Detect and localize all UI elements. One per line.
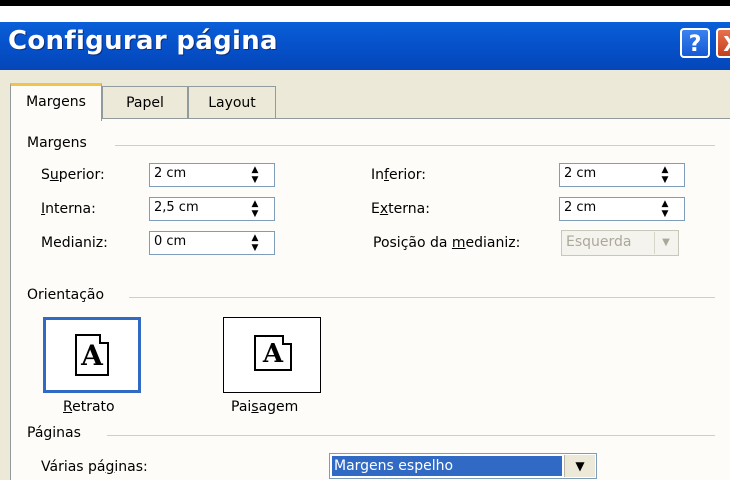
margins-group-divider [115,145,715,146]
spin-down-icon[interactable]: ▼ [647,209,683,219]
spin-up-icon[interactable]: ▲ [647,165,683,175]
close-button[interactable]: X [716,28,730,58]
tab-layout[interactable]: Layout [188,86,276,120]
spin-up-icon[interactable]: ▲ [237,165,273,175]
spin-up-icon[interactable]: ▲ [647,199,683,209]
portrait-label[interactable]: Retrato [63,399,115,415]
spin-down-icon[interactable]: ▼ [237,243,273,253]
portrait-option[interactable]: A [43,317,141,393]
spin-down-icon[interactable]: ▼ [237,209,273,219]
externa-spinner[interactable]: 2 cm ▲ ▼ [559,197,685,221]
tab-margens[interactable]: Margens [10,83,102,121]
gutter-position-label: Posição da medianiz: [373,235,521,251]
orientation-group-divider [129,297,715,298]
interna-value: 2,5 cm [154,200,199,215]
title-bar[interactable]: Configurar página ? X [0,22,730,70]
medianiz-label: Medianiz: [41,235,108,251]
medianiz-spinner[interactable]: 0 cm ▲ ▼ [149,231,275,255]
gutter-position-dropdown: Esquerda ▼ [561,230,679,256]
chevron-down-icon[interactable]: ▼ [564,455,595,477]
pages-group-divider [107,435,715,436]
multiple-pages-value: Margens espelho [332,456,562,476]
landscape-label[interactable]: Paisagem [231,399,298,415]
inferior-value: 2 cm [564,166,597,181]
help-button[interactable]: ? [680,28,710,58]
margens-panel: Margens Superior: 2 cm ▲ ▼ Inferior: 2 c… [10,118,730,480]
externa-spin-buttons[interactable]: ▲ ▼ [647,199,683,219]
inferior-label: Inferior: [371,167,427,183]
inferior-spinner[interactable]: 2 cm ▲ ▼ [559,163,685,187]
tab-papel[interactable]: Papel [102,86,188,120]
spin-up-icon[interactable]: ▲ [237,199,273,209]
landscape-page-icon: A [254,335,292,371]
interna-label: Interna: [41,201,96,217]
portrait-page-icon: A [75,334,109,376]
multiple-pages-select[interactable]: Margens espelho ▼ [329,453,597,479]
medianiz-spin-buttons[interactable]: ▲ ▼ [237,233,273,253]
spin-down-icon[interactable]: ▼ [237,175,273,185]
landscape-option[interactable]: A [223,317,321,393]
superior-value: 2 cm [154,166,187,181]
externa-label: Externa: [371,201,430,217]
interna-spin-buttons[interactable]: ▲ ▼ [237,199,273,219]
superior-spinner[interactable]: 2 cm ▲ ▼ [149,163,275,187]
gutter-position-value: Esquerda [566,234,632,250]
dialog-title: Configurar página [8,26,278,56]
multiple-pages-label: Várias páginas: [41,459,148,475]
chevron-down-icon: ▼ [654,232,677,254]
margins-group-label: Margens [27,135,87,151]
spin-up-icon[interactable]: ▲ [237,233,273,243]
orientation-group-label: Orientação [27,287,105,303]
spin-down-icon[interactable]: ▼ [647,175,683,185]
page-setup-dialog: Configurar página ? X Margens Papel Layo… [0,22,730,480]
top-border [0,0,730,6]
interna-spinner[interactable]: 2,5 cm ▲ ▼ [149,197,275,221]
pages-group-label: Páginas [27,425,81,441]
inferior-spin-buttons[interactable]: ▲ ▼ [647,165,683,185]
externa-value: 2 cm [564,200,597,215]
superior-label: Superior: [41,167,105,183]
medianiz-value: 0 cm [154,234,187,249]
superior-spin-buttons[interactable]: ▲ ▼ [237,165,273,185]
